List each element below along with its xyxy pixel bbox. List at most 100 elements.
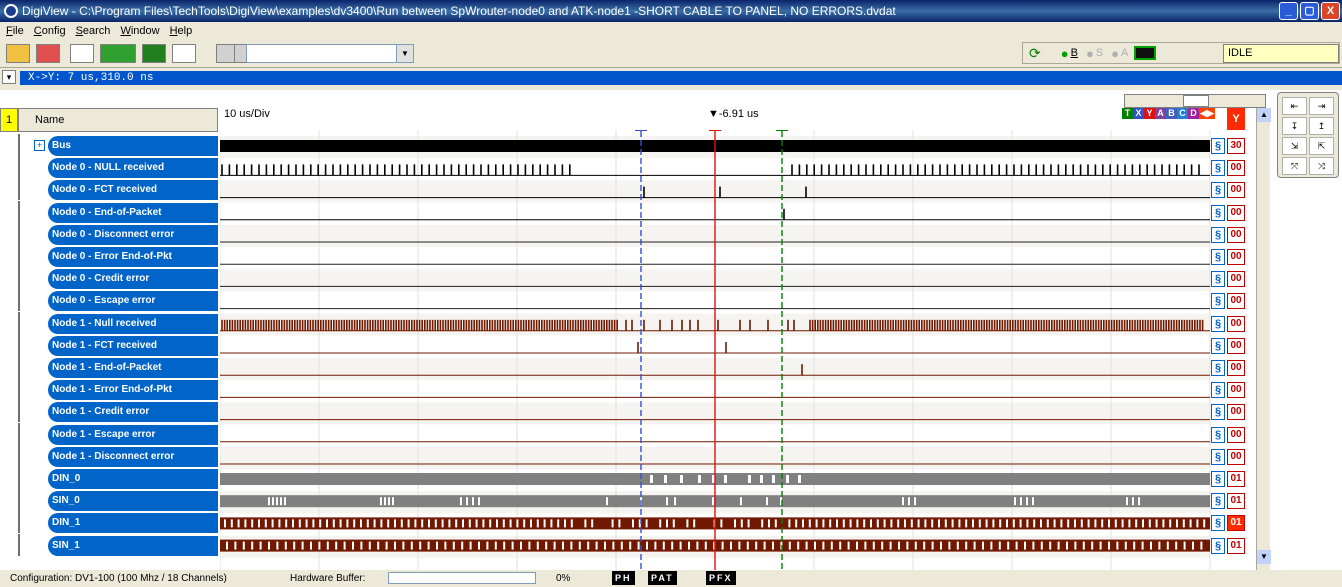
run-b-button[interactable]: ● [1061, 46, 1069, 61]
marker-cursor-icon[interactable]: ◀▶ [1199, 108, 1215, 119]
trigger-icon[interactable]: § [1211, 426, 1225, 443]
x-cursor-flag[interactable] [635, 130, 647, 131]
t-cursor-flag[interactable] [776, 130, 788, 131]
sin0-gap [284, 497, 286, 506]
marker-c[interactable]: C [1177, 108, 1188, 119]
sin1-gap [1124, 541, 1127, 550]
close-button[interactable]: X [1321, 2, 1340, 20]
vertical-scrollbar[interactable]: ▲ ▼ [1256, 108, 1271, 570]
trigger-icon[interactable]: § [1211, 271, 1225, 288]
signal-name[interactable]: Node 1 - Disconnect error [48, 446, 218, 467]
state-list-icon[interactable] [100, 44, 136, 63]
single-view-icon[interactable] [70, 44, 94, 63]
signal-name[interactable]: Node 0 - Credit error [48, 269, 218, 290]
name-column-header[interactable]: Name [18, 108, 218, 132]
zoom-end-icon[interactable]: ⇥ [1309, 97, 1334, 115]
y-cursor-flag[interactable] [709, 130, 721, 131]
signal-name[interactable]: Node 0 - Escape error [48, 291, 218, 312]
trigger-icon[interactable]: § [1211, 138, 1225, 154]
chevron-down-icon[interactable]: ▼ [396, 45, 413, 62]
run-a-button[interactable]: ● [1111, 46, 1119, 61]
signal-name[interactable]: Node 0 - FCT received [48, 180, 218, 201]
trigger-icon[interactable]: § [1211, 337, 1225, 354]
run-icon[interactable]: ⟳ [1029, 45, 1041, 62]
marker-x[interactable]: X [1133, 108, 1144, 119]
y-marker-header[interactable]: Y [1227, 108, 1245, 130]
hardware-buffer-bar [388, 572, 536, 584]
minimize-button[interactable]: _ [1279, 2, 1298, 20]
view-combo[interactable]: ▼ [246, 44, 414, 63]
signal-name[interactable]: DIN_0 [48, 469, 218, 489]
signal-name[interactable]: Node 0 - Error End-of-Pkt [48, 247, 218, 267]
trigger-icon[interactable]: § [1211, 182, 1225, 199]
signal-name[interactable]: Node 1 - Escape error [48, 424, 218, 445]
goto-x-icon[interactable]: ↧ [1282, 117, 1307, 135]
signal-name[interactable]: Node 0 - NULL received [48, 158, 218, 179]
signal-name[interactable]: SIN_0 [48, 491, 218, 512]
print-icon[interactable] [216, 44, 236, 63]
trigger-icon[interactable]: § [1211, 537, 1225, 554]
signal-name[interactable]: DIN_1 [48, 513, 218, 534]
menu-search[interactable]: Search [76, 22, 111, 40]
layout-icon[interactable] [172, 44, 196, 63]
signal-name[interactable]: Node 0 - End-of-Packet [48, 202, 218, 223]
din1-gap [931, 519, 934, 528]
expand-readout-button[interactable]: ▾ [2, 70, 16, 84]
trigger-icon[interactable]: § [1211, 448, 1225, 465]
horizontal-scrollbar[interactable] [1124, 94, 1266, 108]
trigger-icon[interactable]: § [1211, 226, 1225, 243]
trigger-icon[interactable]: § [1211, 471, 1225, 487]
din1-gap [387, 519, 390, 528]
zoom-in-icon[interactable]: ⇱ [1309, 137, 1334, 155]
scroll-up-icon[interactable]: ▲ [1257, 108, 1271, 122]
signal-name[interactable]: Node 0 - Disconnect error [48, 224, 218, 245]
menu-window[interactable]: Window [120, 22, 159, 40]
trigger-icon[interactable]: § [1211, 249, 1225, 265]
trigger-icon[interactable]: § [1211, 360, 1225, 376]
marker-y[interactable]: Y [1144, 108, 1155, 119]
signal-name[interactable]: Node 1 - Null received [48, 313, 218, 334]
stop-icon[interactable] [1134, 46, 1157, 60]
ab-cd-icon[interactable]: ⤧ [1282, 157, 1307, 175]
marker-b[interactable]: B [1166, 108, 1177, 119]
save-icon[interactable] [36, 44, 60, 63]
marker-t[interactable]: T [1122, 108, 1133, 119]
zoom-out-icon[interactable]: ⇲ [1282, 137, 1307, 155]
signal-name[interactable]: SIN_1 [48, 535, 218, 556]
signal-name[interactable]: Bus [48, 136, 218, 156]
trigger-icon[interactable]: § [1211, 204, 1225, 221]
open-folder-icon[interactable] [6, 44, 30, 63]
timing-view-icon[interactable] [142, 44, 166, 63]
din1-gap [332, 519, 335, 528]
xy-swap-icon[interactable]: ⤨ [1309, 157, 1334, 175]
horizontal-scroll-thumb[interactable] [1183, 95, 1209, 107]
trigger-icon[interactable]: § [1211, 382, 1225, 399]
zoom-fit-icon[interactable]: ⇤ [1282, 97, 1307, 115]
bus-expand-button[interactable]: + [34, 140, 45, 151]
trigger-icon[interactable]: § [1211, 493, 1225, 510]
maximize-button[interactable]: ▢ [1300, 2, 1319, 20]
trigger-icon[interactable]: § [1211, 404, 1225, 421]
signal-name[interactable]: Node 1 - Error End-of-Pkt [48, 380, 218, 401]
goto-y-icon[interactable]: ↥ [1309, 117, 1334, 135]
din1-gap [1094, 519, 1097, 528]
trigger-icon[interactable]: § [1211, 293, 1225, 310]
menu-file[interactable]: File [6, 22, 24, 40]
signal-name[interactable]: Node 1 - Credit error [48, 402, 218, 423]
waveform-canvas[interactable] [220, 130, 1226, 570]
scroll-down-icon[interactable]: ▼ [1257, 550, 1271, 564]
trigger-icon[interactable]: § [1211, 160, 1225, 177]
trigger-icon[interactable]: § [1211, 515, 1225, 532]
run-s-button[interactable]: ● [1086, 46, 1094, 61]
marker-a[interactable]: A [1155, 108, 1166, 119]
menu-config[interactable]: Config [34, 22, 66, 40]
trigger-icon[interactable]: § [1211, 315, 1225, 332]
sin0-gap [914, 497, 916, 506]
marker-d[interactable]: D [1188, 108, 1199, 119]
menu-help[interactable]: Help [170, 22, 193, 40]
din1-gap [808, 519, 811, 528]
sin0-gap [766, 497, 768, 506]
signal-name[interactable]: Node 1 - End-of-Packet [48, 358, 218, 378]
signal-name[interactable]: Node 1 - FCT received [48, 335, 218, 356]
din1-gap [502, 519, 505, 528]
